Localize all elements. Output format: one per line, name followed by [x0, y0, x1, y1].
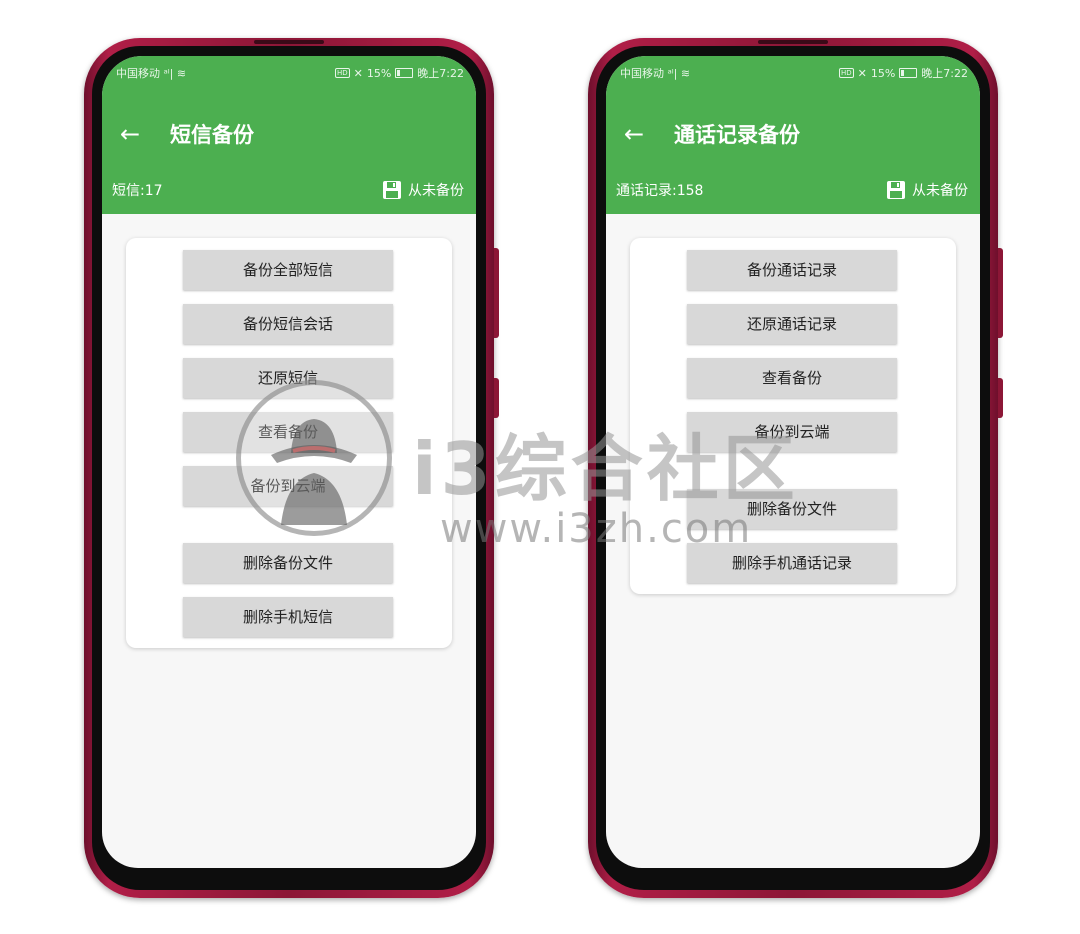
floppy-disk-icon — [887, 181, 905, 199]
floppy-disk-icon — [383, 181, 401, 199]
toolbar: ← 短信备份 — [102, 114, 476, 154]
volume-button — [494, 248, 499, 338]
battery-percent: 15% — [366, 66, 392, 80]
phone-notch — [758, 40, 828, 44]
delete-backup-files-button[interactable]: 删除备份文件 — [183, 543, 393, 583]
mute-icon: ✕ — [353, 66, 363, 80]
status-bar: 中国移动 ᵃˡ| ≋ HD ✕ 15% 晚上7:22 — [620, 64, 968, 82]
carrier-text: 中国移动 — [620, 67, 664, 80]
back-arrow-icon[interactable]: ← — [620, 120, 648, 148]
signal-icon: ᵃˡ| — [163, 67, 174, 80]
back-arrow-icon[interactable]: ← — [116, 120, 144, 148]
watermark-logo — [236, 380, 392, 536]
battery-icon — [395, 68, 414, 78]
backup-sms-conversations-button[interactable]: 备份短信会话 — [183, 304, 393, 344]
hat-figure-icon — [271, 419, 357, 525]
page-title: 短信备份 — [170, 123, 254, 147]
toolbar: ← 通话记录备份 — [606, 114, 980, 154]
app-header: 中国移动 ᵃˡ| ≋ HD ✕ 15% 晚上7:22 ← 短信备份 短信:17 — [102, 56, 476, 214]
backup-call-log-button[interactable]: 备份通话记录 — [687, 250, 897, 290]
backup-status: 从未备份 — [408, 183, 464, 199]
page-title: 通话记录备份 — [674, 123, 800, 147]
clock: 晚上7:22 — [417, 67, 464, 80]
hd-icon: HD — [334, 68, 350, 78]
mute-icon: ✕ — [857, 66, 867, 80]
backup-status: 从未备份 — [912, 183, 968, 199]
sms-count: 短信:17 — [112, 183, 163, 199]
backup-all-sms-button[interactable]: 备份全部短信 — [183, 250, 393, 290]
app-header: 中国移动 ᵃˡ| ≋ HD ✕ 15% 晚上7:22 ← 通话记录备份 通话记录… — [606, 56, 980, 214]
phone-notch — [254, 40, 324, 44]
wifi-icon: ≋ — [680, 67, 691, 80]
hd-icon: HD — [838, 68, 854, 78]
call-log-count: 通话记录:158 — [616, 183, 704, 199]
info-bar: 短信:17 从未备份 — [112, 178, 464, 202]
watermark-brand: i3综合社区 — [412, 427, 799, 511]
volume-button — [998, 248, 1003, 338]
signal-icon: ᵃˡ| — [667, 67, 678, 80]
restore-call-log-button[interactable]: 还原通话记录 — [687, 304, 897, 344]
battery-icon — [899, 68, 918, 78]
battery-percent: 15% — [870, 66, 896, 80]
wifi-icon: ≋ — [176, 67, 187, 80]
delete-phone-sms-button[interactable]: 删除手机短信 — [183, 597, 393, 637]
carrier-text: 中国移动 — [116, 67, 160, 80]
clock: 晚上7:22 — [921, 67, 968, 80]
watermark-url: www.i3zh.com — [440, 506, 753, 552]
view-backup-button[interactable]: 查看备份 — [687, 358, 897, 398]
status-bar: 中国移动 ᵃˡ| ≋ HD ✕ 15% 晚上7:22 — [116, 64, 464, 82]
power-button — [998, 378, 1003, 418]
info-bar: 通话记录:158 从未备份 — [616, 178, 968, 202]
